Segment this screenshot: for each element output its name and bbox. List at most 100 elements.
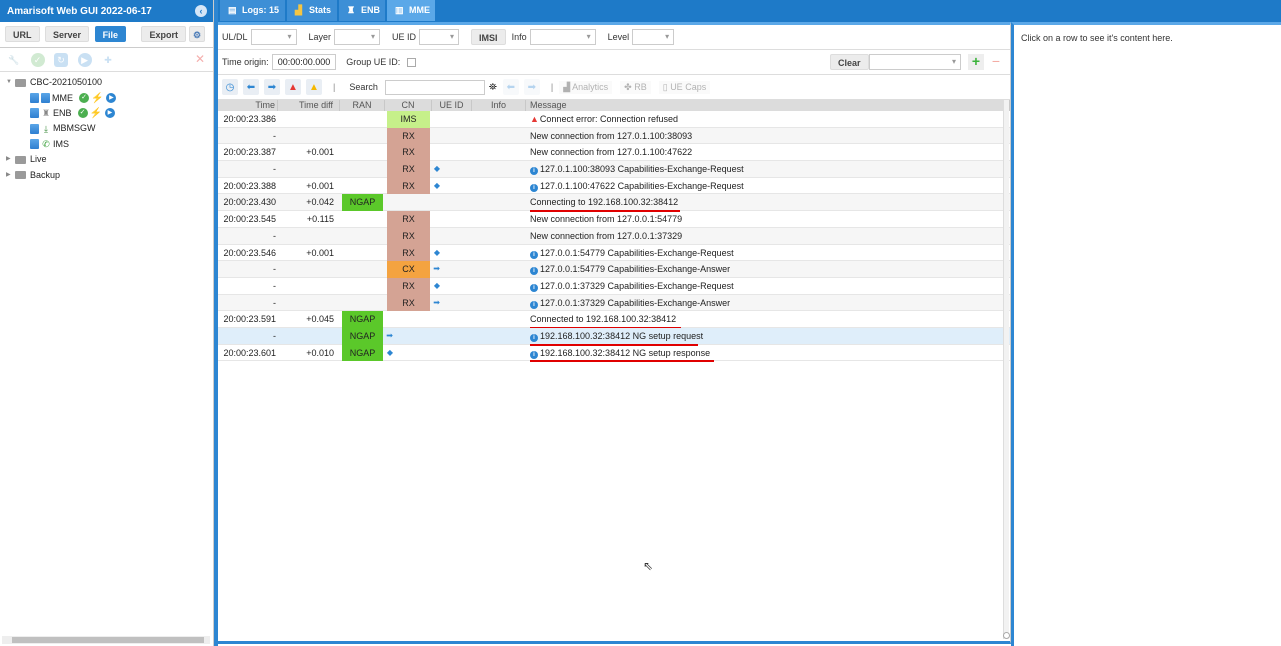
ueid-select[interactable] <box>419 29 460 45</box>
time-origin-input[interactable]: 00:00:00.000 <box>271 54 337 70</box>
message-text: 192.168.100.32:38412 NG setup response <box>540 347 711 358</box>
check-icon[interactable]: ✓ <box>30 53 45 67</box>
table-row[interactable]: - CX ➡ i 127.0.0.1:54779 Capabilities-Exchan… <box>218 261 1010 278</box>
info-icon: i <box>530 333 538 342</box>
add-icon[interactable]: + <box>968 54 984 70</box>
tree-node-root[interactable]: ▼ CBC-2021050100 <box>6 75 213 90</box>
url-button[interactable]: URL <box>5 26 40 42</box>
arrow-right-icon[interactable]: ➡ <box>264 79 280 95</box>
direction-icon: ◆ <box>433 247 440 257</box>
imsi-button[interactable]: IMSI <box>471 29 506 45</box>
vertical-scrollbar[interactable] <box>1003 100 1010 639</box>
settings-button[interactable]: ⚙ <box>189 26 205 42</box>
tree-node-mbmsgw[interactable]: ⤓ MBMSGW <box>6 121 213 136</box>
table-row[interactable]: - NGAP ➡ i 192.168.100.32:38412 NG setup req… <box>218 327 1010 346</box>
col-ran[interactable]: RAN <box>340 100 385 111</box>
error-icon: ▲ <box>530 114 539 124</box>
tab-logs[interactable]: ▤ Logs: 15 <box>220 0 285 21</box>
table-row[interactable]: 20:00:23.546 +0.001 RX ◆ i 127.0.0.1:54779 Ca… <box>218 244 1010 262</box>
refresh-icon[interactable]: ↻ <box>54 53 69 67</box>
binoculars-icon[interactable]: ⛯ <box>489 82 497 93</box>
table-row[interactable]: 20:00:23.430 +0.042 NGAP Connecting to 192.… <box>218 194 1010 213</box>
cell-time: 20:00:23.591 <box>223 314 276 325</box>
next-match-icon[interactable]: ➡ <box>523 79 540 95</box>
tree-node-live[interactable]: ▶ Live <box>6 152 213 167</box>
cell-cn: RX <box>385 127 432 145</box>
table-row[interactable]: 20:00:23.591 +0.045 NGAP Connected to 192.1… <box>218 311 1010 329</box>
layer-badge: RX <box>387 244 430 262</box>
clock-icon[interactable]: ◷ <box>222 79 238 95</box>
warning-icon[interactable]: ▲ <box>306 79 322 95</box>
file-button[interactable]: File <box>94 26 127 42</box>
cell-time: 20:00:23.545 <box>223 214 276 225</box>
mme-icon <box>41 93 50 104</box>
scrollbar-knob[interactable] <box>1003 632 1010 639</box>
collapse-panel-button[interactable]: ‹ <box>195 5 207 17</box>
info-select[interactable] <box>529 29 596 45</box>
tab-mme[interactable]: ▥ MME <box>387 0 435 21</box>
cell-time: - <box>273 297 276 308</box>
rb-icon: ✤ <box>624 81 635 92</box>
table-row[interactable]: - RX New connection from 127.0.1.100:38093 <box>218 127 1010 145</box>
table-row[interactable]: 20:00:23.388 +0.001 RX ◆ i 127.0.1.100:47622 … <box>218 177 1010 195</box>
play-icon[interactable]: ▶ <box>106 93 117 104</box>
level-select[interactable] <box>632 29 675 45</box>
clear-button[interactable]: Clear <box>830 54 869 70</box>
col-cn[interactable]: CN <box>385 100 432 111</box>
expand-icon[interactable]: ▶ <box>6 168 15 183</box>
info-icon: i <box>530 183 538 192</box>
left-panel: Amarisoft Web GUI 2022-06-17 ‹ URL Serve… <box>0 0 214 646</box>
analytics-button[interactable]: ▟ Analytics <box>559 80 613 94</box>
tab-stats[interactable]: ▟ Stats <box>287 0 337 21</box>
table-row[interactable]: - RX ◆ i 127.0.0.1:37329 Capabilities-Exchan… <box>218 277 1010 295</box>
tree-node-enb[interactable]: ♜ ENB ✓ ⚡ ▶ <box>6 106 213 121</box>
expand-icon[interactable]: ▶ <box>6 152 15 167</box>
tab-enb[interactable]: ♜ ENB <box>339 0 385 21</box>
export-button[interactable]: Export <box>141 26 186 42</box>
layer-badge: RX <box>387 177 430 195</box>
plug-icon[interactable]: ✚ <box>101 53 115 67</box>
layer-select[interactable] <box>334 29 381 45</box>
separator: | <box>550 82 554 92</box>
table-row[interactable]: - RX New connection from 127.0.0.1:37329 <box>218 227 1010 245</box>
group-ue-checkbox[interactable] <box>407 57 417 67</box>
table-row[interactable]: 20:00:23.387 +0.001 RX New connection from … <box>218 144 1010 162</box>
search-input[interactable] <box>384 79 485 95</box>
col-tdiff[interactable]: Time diff <box>278 100 340 111</box>
table-row[interactable]: - RX ➡ i 127.0.0.1:37329 Capabilities-Exchan… <box>218 294 1010 312</box>
play-icon[interactable]: ▶ <box>77 53 92 67</box>
remove-icon[interactable]: − <box>988 54 1004 70</box>
tree-node-backup[interactable]: ▶ Backup <box>6 167 213 182</box>
table-row[interactable]: 20:00:23.601 +0.010 NGAP ◆ i 192.168.100.32:3… <box>218 344 1010 363</box>
cell-tdiff: +0.010 <box>306 347 334 358</box>
wrench-icon[interactable]: 🔧 <box>7 53 21 67</box>
layer-badge: NGAP <box>342 194 383 212</box>
horizontal-scrollbar[interactable] <box>2 636 210 644</box>
table-row[interactable]: 20:00:23.386 IMS ▲Connect error: Connectio… <box>218 111 1010 128</box>
table-row[interactable]: 20:00:23.545 +0.115 RX New connection from … <box>218 211 1010 228</box>
rb-button[interactable]: ✤ RB <box>620 80 651 94</box>
scrollbar-thumb[interactable] <box>12 637 204 643</box>
play-icon[interactable]: ▶ <box>104 108 115 119</box>
filter-select[interactable] <box>869 54 961 70</box>
col-info[interactable]: Info <box>472 100 526 111</box>
prev-match-icon[interactable]: ⬅ <box>502 79 519 95</box>
cell-info <box>472 345 526 361</box>
cell-ran <box>340 211 385 227</box>
cell-cn <box>385 328 432 344</box>
time-origin-label: Time origin: <box>222 57 269 67</box>
table-row[interactable]: - RX ◆ i 127.0.1.100:38093 Capabilities-Exch… <box>218 161 1010 178</box>
col-ueid[interactable]: UE ID <box>432 100 472 111</box>
expand-icon[interactable]: ▼ <box>6 75 15 90</box>
col-time[interactable]: Time <box>218 100 278 111</box>
cell-ran <box>340 161 385 177</box>
tree-node-ims[interactable]: ✆ IMS <box>6 137 213 152</box>
delete-icon[interactable]: ✕ <box>195 52 205 66</box>
tree-node-mme[interactable]: MME ✓ ⚡ ▶ <box>6 90 213 105</box>
arrow-left-icon[interactable]: ⬅ <box>243 79 259 95</box>
error-icon[interactable]: ▲ <box>285 79 301 95</box>
uldl-select[interactable] <box>250 29 297 45</box>
col-message[interactable]: Message <box>526 100 1010 111</box>
server-button[interactable]: Server <box>45 26 90 42</box>
ue-caps-button[interactable]: ▯ UE Caps <box>658 80 711 94</box>
